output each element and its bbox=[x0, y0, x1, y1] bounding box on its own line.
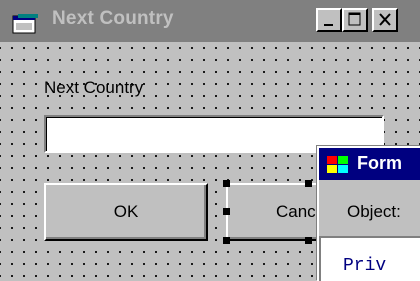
selection-handle[interactable] bbox=[223, 208, 230, 215]
code-text: Priv bbox=[343, 256, 387, 276]
minimize-button[interactable] bbox=[316, 8, 342, 32]
code-window-title-bar[interactable]: Form bbox=[319, 148, 420, 180]
cancel-button-label: Canc bbox=[276, 202, 316, 221]
form-window-icon bbox=[12, 14, 38, 34]
object-label: Object: bbox=[347, 202, 401, 221]
form-designer-window: Next Country Next Country OK Canc Form O… bbox=[0, 0, 420, 281]
close-icon bbox=[379, 13, 391, 26]
code-editor[interactable]: Priv bbox=[319, 236, 420, 281]
window-title: Next Country bbox=[52, 8, 174, 29]
code-window-title: Form bbox=[357, 153, 402, 173]
ok-button[interactable]: OK bbox=[44, 183, 208, 241]
minimize-icon bbox=[324, 24, 333, 26]
code-window[interactable]: Form Object: Priv bbox=[317, 146, 420, 281]
maximize-icon bbox=[348, 12, 361, 26]
title-bar[interactable]: Next Country bbox=[0, 0, 420, 42]
close-button[interactable] bbox=[372, 8, 398, 32]
maximize-button[interactable] bbox=[342, 8, 368, 32]
form-icon bbox=[327, 156, 348, 173]
selection-handle[interactable] bbox=[223, 180, 230, 187]
selection-handle[interactable] bbox=[305, 237, 312, 244]
ok-button-label: OK bbox=[113, 202, 139, 221]
selection-handle[interactable] bbox=[305, 180, 312, 187]
next-country-label: Next Country bbox=[44, 78, 144, 97]
selection-handle[interactable] bbox=[223, 237, 230, 244]
